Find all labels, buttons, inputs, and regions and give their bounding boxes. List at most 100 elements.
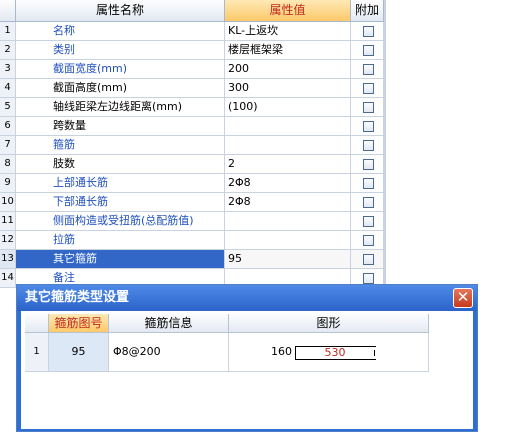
property-value[interactable]: 2Φ8: [225, 174, 351, 193]
row-number: 2: [0, 41, 16, 60]
extra-cell: [351, 250, 384, 269]
header-property-name[interactable]: 属性名称: [16, 0, 225, 22]
header-stirrup-info[interactable]: 箍筋信息: [109, 314, 229, 333]
extra-cell: [351, 212, 384, 231]
row-number: 7: [0, 136, 16, 155]
grid-row[interactable]: 2 类别 楼层框架梁: [0, 41, 384, 60]
grid-row[interactable]: 1 名称 KL-上返坎: [0, 22, 384, 41]
property-value[interactable]: 2Φ8: [225, 193, 351, 212]
grid-row[interactable]: 6 跨数量: [0, 117, 384, 136]
row-number: 13: [0, 250, 16, 269]
property-name[interactable]: 名称: [16, 22, 225, 41]
dialog-row-number: 1: [25, 333, 49, 372]
property-value[interactable]: [225, 212, 351, 231]
property-value[interactable]: 2: [225, 155, 351, 174]
property-name[interactable]: 拉筋: [16, 231, 225, 250]
row-number: 4: [0, 79, 16, 98]
grid-row[interactable]: 5 轴线距梁左边线距离(mm) (100): [0, 98, 384, 117]
extra-checkbox[interactable]: [363, 102, 374, 113]
extra-cell: [351, 155, 384, 174]
grid-row[interactable]: 12 拉筋: [0, 231, 384, 250]
extra-cell: [351, 79, 384, 98]
extra-cell: [351, 117, 384, 136]
property-value[interactable]: [225, 117, 351, 136]
property-name[interactable]: 轴线距梁左边线距离(mm): [16, 98, 225, 117]
property-name[interactable]: 截面高度(mm): [16, 79, 225, 98]
extra-checkbox[interactable]: [363, 178, 374, 189]
property-name[interactable]: 截面宽度(mm): [16, 60, 225, 79]
extra-checkbox[interactable]: [363, 197, 374, 208]
extra-checkbox[interactable]: [363, 83, 374, 94]
extra-checkbox[interactable]: [363, 26, 374, 37]
extra-cell: [351, 22, 384, 41]
property-value[interactable]: 300: [225, 79, 351, 98]
header-property-value[interactable]: 属性值: [225, 0, 351, 22]
property-name[interactable]: 跨数量: [16, 117, 225, 136]
extra-checkbox[interactable]: [363, 159, 374, 170]
extra-checkbox[interactable]: [363, 45, 374, 56]
shape-dimension-left: 160: [271, 345, 292, 358]
row-number: 10: [0, 193, 16, 212]
extra-cell: [351, 193, 384, 212]
hook-top: [370, 346, 376, 350]
property-value[interactable]: KL-上返坎: [225, 22, 351, 41]
dialog-title: 其它箍筋类型设置: [25, 290, 130, 305]
header-extra[interactable]: 附加: [351, 0, 384, 22]
grid-row[interactable]: 10 下部通长筋 2Φ8: [0, 193, 384, 212]
property-value[interactable]: 95: [225, 250, 351, 269]
grid-row[interactable]: 8 肢数 2: [0, 155, 384, 174]
property-name[interactable]: 侧面构造或受扭筋(总配筋值): [16, 212, 225, 231]
property-name[interactable]: 类别: [16, 41, 225, 60]
dialog-title-bar[interactable]: 其它箍筋类型设置 ✕: [17, 285, 477, 311]
header-shape[interactable]: 图形: [229, 314, 429, 333]
extra-cell: [351, 60, 384, 79]
extra-checkbox[interactable]: [363, 216, 374, 227]
row-number: 3: [0, 60, 16, 79]
property-name[interactable]: 箍筋: [16, 136, 225, 155]
hook-bottom: [370, 356, 376, 360]
property-value[interactable]: (100): [225, 98, 351, 117]
stirrup-code-cell[interactable]: 95: [49, 333, 109, 372]
grid-row[interactable]: 3 截面宽度(mm) 200: [0, 60, 384, 79]
close-button[interactable]: ✕: [453, 288, 473, 308]
header-corner: [0, 0, 16, 22]
dialog-body: 箍筋图号 箍筋信息 图形 1 95 Φ8@200 160 530: [21, 311, 473, 429]
stirrup-type-dialog: 其它箍筋类型设置 ✕ 箍筋图号 箍筋信息 图形 1 95 Φ8@200 160 …: [16, 284, 478, 432]
close-icon: ✕: [456, 288, 470, 306]
shape-dimension-box: 530: [324, 346, 346, 359]
grid-row[interactable]: 13 其它箍筋 95: [0, 250, 384, 269]
property-value[interactable]: 楼层框架梁: [225, 41, 351, 60]
shape-cell[interactable]: 160 530: [229, 333, 429, 372]
row-number: 8: [0, 155, 16, 174]
row-number: 14: [0, 269, 16, 288]
property-name[interactable]: 肢数: [16, 155, 225, 174]
property-value[interactable]: 200: [225, 60, 351, 79]
extra-checkbox[interactable]: [363, 235, 374, 246]
header-stirrup-code[interactable]: 箍筋图号: [49, 314, 109, 333]
grid-row[interactable]: 7 箍筋: [0, 136, 384, 155]
extra-checkbox[interactable]: [363, 254, 374, 265]
stirrup-info-cell[interactable]: Φ8@200: [109, 333, 229, 372]
row-number: 11: [0, 212, 16, 231]
extra-cell: [351, 136, 384, 155]
row-number: 1: [0, 22, 16, 41]
row-number: 5: [0, 98, 16, 117]
row-number: 6: [0, 117, 16, 136]
extra-checkbox[interactable]: [363, 121, 374, 132]
extra-cell: [351, 231, 384, 250]
stirrup-shape-icon: 530: [295, 346, 376, 360]
grid-row[interactable]: 11 侧面构造或受扭筋(总配筋值): [0, 212, 384, 231]
property-name[interactable]: 下部通长筋: [16, 193, 225, 212]
grid-row[interactable]: 9 上部通长筋 2Φ8: [0, 174, 384, 193]
property-name[interactable]: 上部通长筋: [16, 174, 225, 193]
extra-checkbox[interactable]: [363, 64, 374, 75]
property-value[interactable]: [225, 136, 351, 155]
extra-cell: [351, 41, 384, 60]
extra-checkbox[interactable]: [363, 140, 374, 151]
extra-checkbox[interactable]: [363, 273, 374, 284]
grid-row[interactable]: 4 截面高度(mm) 300: [0, 79, 384, 98]
property-name[interactable]: 其它箍筋: [16, 250, 225, 269]
property-value[interactable]: [225, 231, 351, 250]
extra-cell: [351, 98, 384, 117]
extra-cell: [351, 174, 384, 193]
